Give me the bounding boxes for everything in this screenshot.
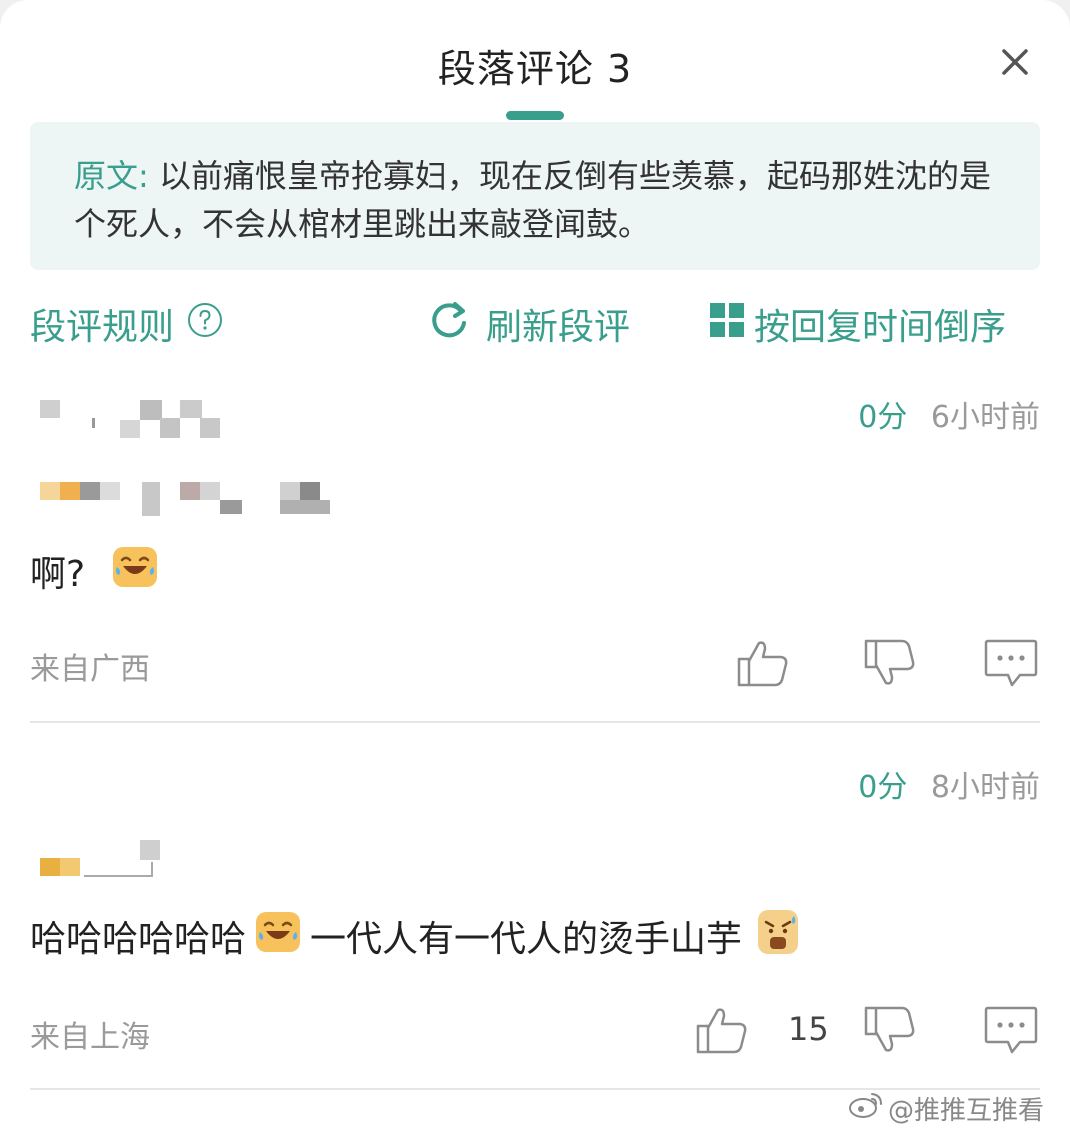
watermark: @推推互推看 <box>848 1090 1044 1127</box>
watermark-text: @推推互推看 <box>888 1096 1045 1126</box>
refresh-label: 刷新段评 <box>486 307 631 348</box>
original-text-label: 原文: <box>74 157 149 195</box>
reply-icon[interactable] <box>982 1002 1040 1062</box>
rules-link[interactable]: 段评规则 <box>30 298 224 350</box>
comment-text-part1: 哈哈哈哈哈哈 <box>30 919 247 960</box>
grid-icon <box>708 301 746 348</box>
user-badges-blurred <box>40 480 340 524</box>
like-count: 15 <box>788 1010 829 1048</box>
like-icon[interactable] <box>735 635 791 695</box>
reply-icon[interactable] <box>982 635 1040 695</box>
comment-sheet: 段落评论 3 原文: 以前痛恨皇帝抢寡妇，现在反倒有些羡慕，起码那姓沈的是个死人… <box>0 0 1070 1132</box>
laugh-cry-emoji-icon <box>254 910 302 963</box>
location-label: 来自上海 <box>30 1020 150 1055</box>
comment-meta: 0分 8小时前 <box>858 762 1040 806</box>
page-title: 段落评论 3 <box>437 47 633 91</box>
like-icon[interactable] <box>694 1002 750 1062</box>
comment-toolbar: 段评规则 刷新段评 按回复时间倒序 <box>0 298 1070 348</box>
comment-text-part2: 一代人有一代人的烫手山芋 <box>310 919 743 960</box>
help-icon <box>186 301 224 348</box>
comment-text: 哈哈哈哈哈哈 一代人有一代人的烫手山芋 <box>30 909 800 963</box>
username-blurred <box>40 398 230 446</box>
user-badges-blurred <box>40 838 170 886</box>
close-icon[interactable] <box>993 40 1037 84</box>
timestamp: 6小时前 <box>930 400 1040 435</box>
weibo-logo-icon <box>848 1091 884 1126</box>
title-underline <box>506 111 564 120</box>
refresh-button[interactable]: 刷新段评 <box>428 298 630 350</box>
score: 0分 <box>858 770 908 805</box>
dislike-icon[interactable] <box>862 1002 918 1062</box>
comment-text-content: 啊? <box>30 554 86 595</box>
laugh-cry-emoji-icon <box>111 545 159 598</box>
sort-button[interactable]: 按回复时间倒序 <box>708 298 1006 350</box>
original-text-box: 原文: 以前痛恨皇帝抢寡妇，现在反倒有些羡慕，起码那姓沈的是个死人，不会从棺材里… <box>30 122 1040 270</box>
sweating-emoji-icon <box>756 908 800 965</box>
location-label: 来自广西 <box>30 652 150 687</box>
refresh-icon <box>428 299 470 350</box>
comment-meta: 0分 6小时前 <box>858 392 1040 436</box>
comment-divider <box>30 721 1040 723</box>
rules-label: 段评规则 <box>30 307 175 348</box>
original-text: 以前痛恨皇帝抢寡妇，现在反倒有些羡慕，起码那姓沈的是个死人，不会从棺材里跳出来敲… <box>74 157 991 243</box>
timestamp: 8小时前 <box>930 770 1040 805</box>
score: 0分 <box>858 400 908 435</box>
comment-text: 啊? <box>30 546 159 596</box>
dislike-icon[interactable] <box>862 635 918 695</box>
sort-label: 按回复时间倒序 <box>754 307 1007 348</box>
